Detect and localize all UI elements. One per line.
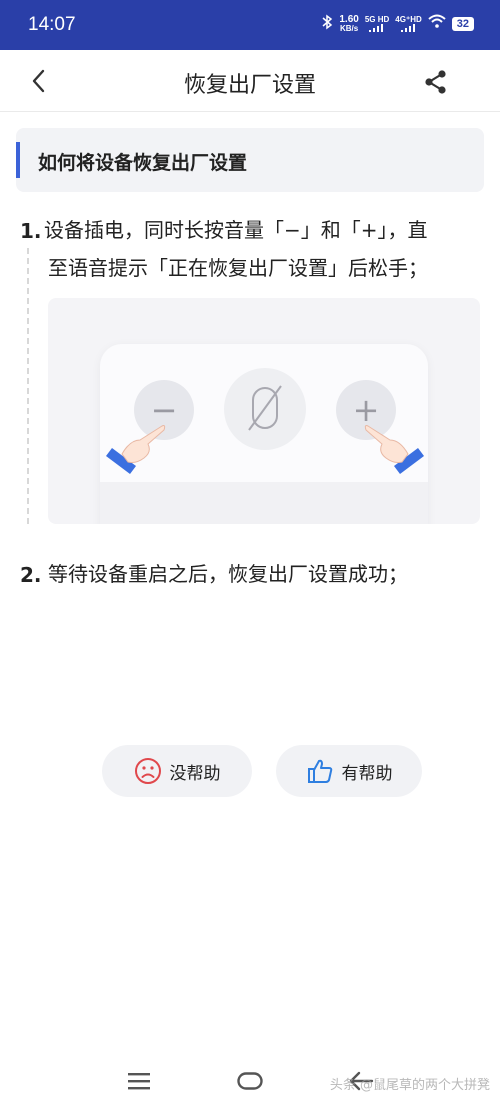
page: 14:07 1.60 KB/s 5G HD 4G⁺HD 32 恢复出厂设置 如何…: [0, 0, 500, 1111]
device-illustration: − +: [48, 298, 480, 524]
helpful-label: 有帮助: [341, 763, 393, 784]
section-accent-bar: [16, 142, 20, 178]
mic-mute-icon: [224, 368, 306, 450]
sim1-label: 5G HD: [364, 14, 390, 24]
status-icons: 1.60 KB/s 5G HD 4G⁺HD 32: [321, 14, 474, 33]
share-button[interactable]: [424, 69, 448, 95]
step-connector-line: [27, 248, 29, 524]
nav-menu-button[interactable]: [128, 1072, 150, 1094]
net-speed-value: 1.60: [339, 13, 359, 25]
bluetooth-icon: [321, 14, 333, 33]
section-title: 如何将设备恢复出厂设置: [38, 152, 248, 174]
sad-face-icon: [134, 758, 161, 784]
not-helpful-button[interactable]: 没帮助: [102, 745, 252, 797]
step-1-text-line2: 至语音提示「正在恢复出厂设置」后松手；: [48, 256, 428, 280]
thumbs-up-icon: [307, 759, 332, 783]
signal-bars-icon: [369, 23, 384, 32]
step-1-number: 1.: [20, 219, 42, 243]
status-time: 14:07: [28, 14, 76, 35]
net-speed-unit: KB/s: [339, 23, 359, 33]
step-2-number: 2.: [20, 563, 42, 587]
system-nav-bar: 头条 @鼠尾草的两个大拼凳: [0, 1052, 500, 1111]
sim1-signal: 5G HD: [364, 14, 390, 32]
nav-home-button[interactable]: [237, 1072, 263, 1094]
battery-indicator: 32: [451, 16, 474, 31]
right-hand-icon: [360, 418, 430, 482]
net-speed: 1.60 KB/s: [339, 13, 359, 33]
signal-bars-icon: [400, 23, 415, 32]
step-1-text-line1: 设备插电，同时长按音量「−」和「+」，直: [44, 218, 428, 242]
device-base: [100, 482, 428, 524]
wifi-icon: [428, 14, 446, 33]
sim2-label: 4G⁺HD: [395, 14, 422, 24]
menu-icon: [128, 1073, 150, 1090]
app-header: 恢复出厂设置: [0, 50, 500, 112]
share-icon: [425, 70, 446, 94]
home-icon: [237, 1072, 263, 1090]
watermark-text: 头条 @鼠尾草的两个大拼凳: [329, 1078, 490, 1093]
status-bar: 14:07 1.60 KB/s 5G HD 4G⁺HD 32: [0, 0, 500, 50]
left-hand-icon: [100, 418, 170, 482]
helpful-button[interactable]: 有帮助: [276, 745, 422, 797]
section-header-card: 如何将设备恢复出厂设置: [16, 128, 484, 192]
step-2-text: 等待设备重启之后，恢复出厂设置成功；: [48, 562, 408, 586]
sim2-signal: 4G⁺HD: [395, 14, 422, 32]
not-helpful-label: 没帮助: [169, 763, 221, 784]
